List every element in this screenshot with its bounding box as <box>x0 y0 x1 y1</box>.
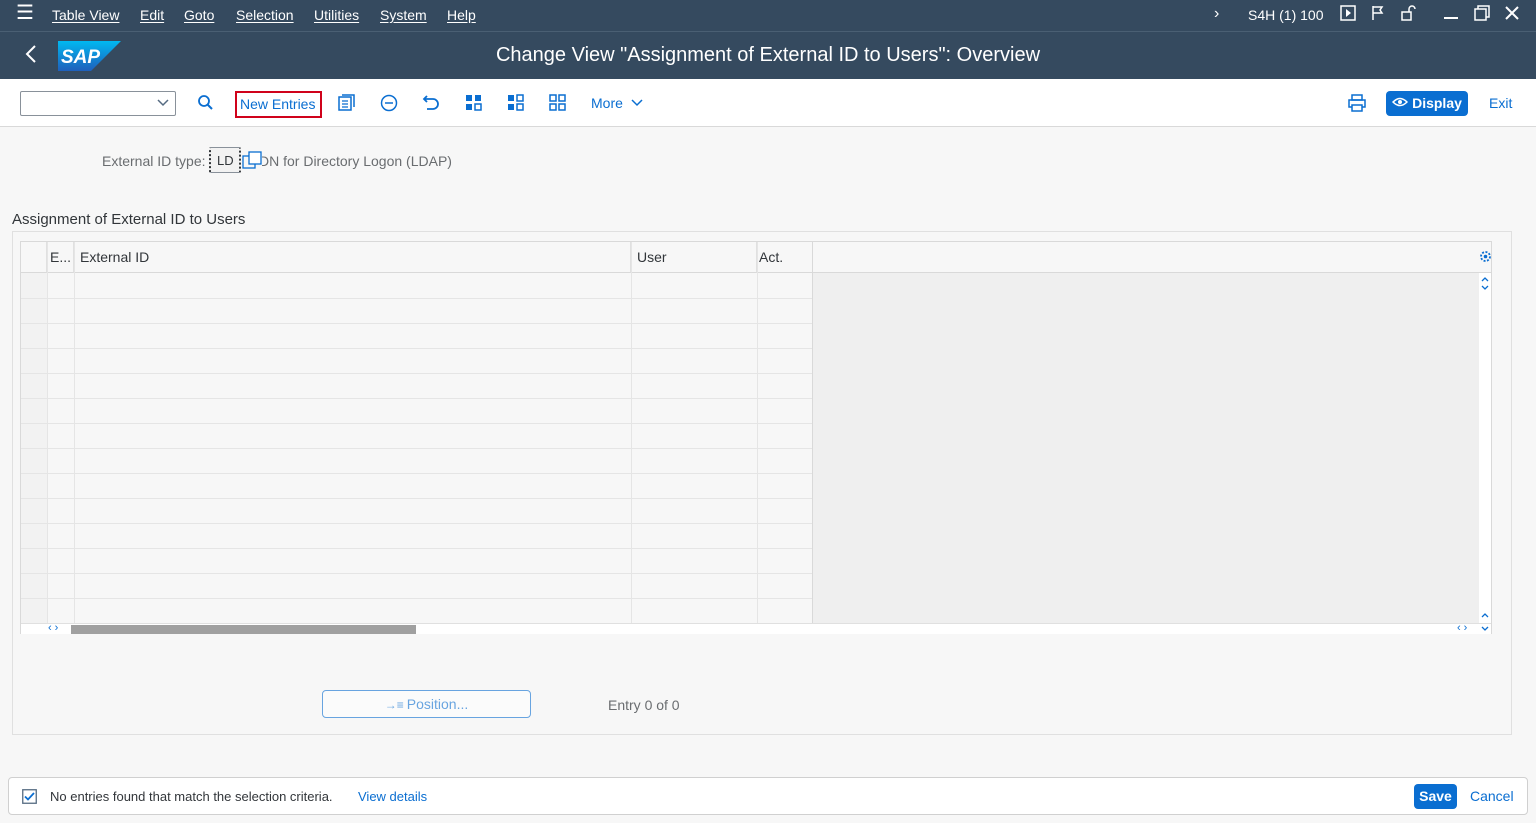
grid-line <box>21 573 812 574</box>
grid-line <box>21 348 812 349</box>
menu-goto[interactable]: Goto <box>184 7 214 23</box>
status-bar: No entries found that match the selectio… <box>8 777 1528 815</box>
find-icon[interactable] <box>197 94 214 114</box>
select-all-icon[interactable] <box>465 94 482 114</box>
minimize-icon[interactable] <box>1443 2 1459 25</box>
value-help-icon[interactable] <box>241 150 263 175</box>
checkbox-icon[interactable] <box>22 789 37 807</box>
scroll-left-right-end-icon[interactable]: ‹› <box>1457 622 1470 634</box>
grid-line <box>21 523 812 524</box>
new-entries-button[interactable]: New Entries <box>235 91 322 118</box>
display-button[interactable]: Display <box>1386 91 1468 116</box>
grid-line <box>21 473 812 474</box>
grid-line <box>631 242 632 623</box>
column-header-external-id[interactable]: External ID <box>74 242 631 273</box>
grid-line <box>21 373 812 374</box>
save-button[interactable]: Save <box>1414 784 1457 809</box>
command-field[interactable] <box>20 91 176 116</box>
unlock-icon[interactable] <box>1400 5 1416 26</box>
grid-line <box>21 598 812 599</box>
column-header-act[interactable]: Act. <box>757 242 813 273</box>
status-message: No entries found that match the selectio… <box>50 789 333 804</box>
chevron-down-icon <box>157 95 169 112</box>
display-change-icon <box>1392 92 1409 117</box>
position-label: Position... <box>406 696 469 712</box>
menu-edit[interactable]: Edit <box>140 7 164 23</box>
row-selector-header[interactable] <box>21 242 47 273</box>
toolbar: New Entries More Display Exit <box>0 79 1536 127</box>
grid-line <box>47 242 48 623</box>
grid-line <box>74 242 75 623</box>
horizontal-scroll-thumb[interactable] <box>71 625 416 634</box>
entry-count: Entry 0 of 0 <box>608 697 680 713</box>
menu-bar: ☰ Table View Edit Goto Selection Utiliti… <box>0 0 1536 31</box>
new-entries-label: New Entries <box>240 96 316 112</box>
menu-utilities[interactable]: Utilities <box>314 7 359 23</box>
more-button[interactable]: More <box>591 95 643 115</box>
menu-help[interactable]: Help <box>447 7 476 23</box>
external-id-type-field[interactable]: LD <box>209 147 241 173</box>
menu-table-view[interactable]: Table View <box>52 7 119 23</box>
copy-as-icon[interactable] <box>338 94 356 114</box>
position-button[interactable]: →≡ Position... <box>322 690 531 718</box>
page-title: Change View "Assignment of External ID t… <box>495 44 1041 66</box>
cancel-button[interactable]: Cancel <box>1470 788 1514 804</box>
chevron-right-icon[interactable]: › <box>1214 5 1219 23</box>
table-header-filler <box>813 242 1491 273</box>
scroll-up-icon <box>1481 277 1489 290</box>
play-icon[interactable] <box>1340 5 1356 26</box>
exit-button[interactable]: Exit <box>1489 95 1512 111</box>
external-id-type-description: DN for Directory Logon (LDAP) <box>262 153 452 169</box>
scroll-up-arrow-icon <box>1481 613 1489 618</box>
vertical-scrollbar[interactable] <box>1479 273 1491 623</box>
grid-line <box>21 548 812 549</box>
delete-icon[interactable] <box>380 94 398 115</box>
grid-line <box>21 323 812 324</box>
horizontal-scrollbar[interactable]: ‹› ‹› <box>21 622 1491 634</box>
grid-line <box>21 298 812 299</box>
settings-icon[interactable] <box>1479 250 1492 266</box>
view-details-link[interactable]: View details <box>358 789 427 804</box>
column-header-user[interactable]: User <box>631 242 757 273</box>
table-title: Assignment of External ID to Users <box>12 211 246 228</box>
assignment-table: E... External ID User Act. ‹› ‹› <box>20 241 1492 634</box>
hamburger-menu-icon[interactable]: ☰ <box>16 3 34 23</box>
close-icon[interactable] <box>1504 5 1520 26</box>
deselect-all-icon[interactable] <box>549 94 566 114</box>
flag-icon[interactable] <box>1370 5 1386 26</box>
grid-line <box>21 498 812 499</box>
grid-line <box>21 448 812 449</box>
chevron-down-icon <box>631 96 643 112</box>
menu-selection[interactable]: Selection <box>236 7 294 23</box>
select-block-icon[interactable] <box>507 94 524 114</box>
grid-line <box>21 423 812 424</box>
grid-line <box>757 242 758 623</box>
menu-system[interactable]: System <box>380 7 427 23</box>
restore-icon[interactable] <box>1474 5 1490 26</box>
position-icon: →≡ <box>384 698 404 712</box>
external-id-type-label: External ID type: <box>102 153 206 169</box>
table-empty-area <box>813 273 1479 623</box>
scroll-down-icon <box>1481 626 1489 631</box>
scroll-left-right-icon[interactable]: ‹› <box>48 622 61 634</box>
undo-icon[interactable] <box>422 94 440 115</box>
external-id-type-value: LD <box>217 153 234 168</box>
grid-line <box>812 242 813 623</box>
system-info: S4H (1) 100 <box>1248 7 1324 23</box>
print-icon[interactable] <box>1348 94 1366 115</box>
title-bar: SAP Change View "Assignment of External … <box>0 31 1536 79</box>
grid-line <box>21 398 812 399</box>
external-id-type-description-text: DN for Directory Logon (LDAP) <box>259 153 452 169</box>
column-header-e[interactable]: E... <box>47 242 74 273</box>
display-label: Display <box>1412 95 1462 111</box>
more-label: More <box>591 95 623 111</box>
